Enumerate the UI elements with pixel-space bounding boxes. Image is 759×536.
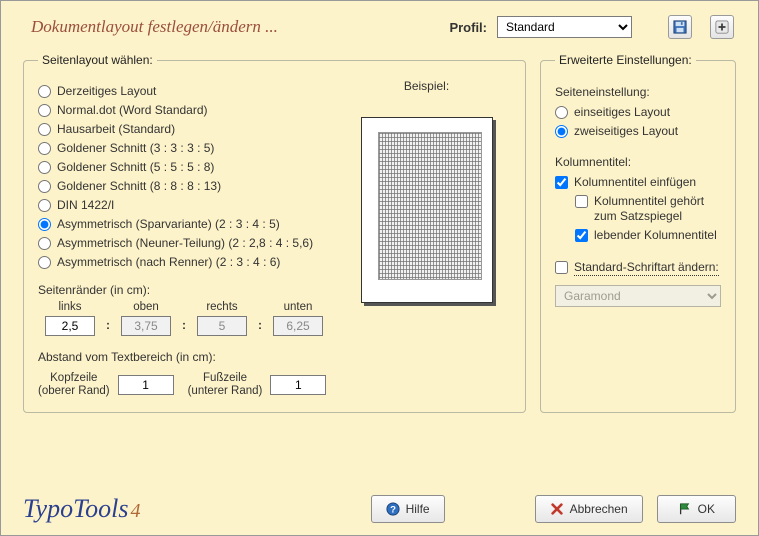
add-profile-button[interactable] [710, 15, 734, 39]
layout-preview [361, 117, 493, 303]
help-icon: ? [386, 502, 400, 516]
layout-option-5[interactable]: Goldener Schnitt (8 : 8 : 8 : 13) [38, 179, 330, 193]
save-profile-button[interactable] [668, 15, 692, 39]
kt-satzspiegel-option[interactable]: Kolumnentitel gehört zum Satzspiegel [575, 194, 721, 223]
help-button[interactable]: ? Hilfe [371, 495, 445, 523]
layout-group: Seitenlayout wählen: Derzeitiges Layout … [23, 53, 526, 413]
layout-option-7[interactable]: Asymmetrisch (Sparvariante) (2 : 3 : 4 :… [38, 217, 330, 231]
margin-oben-input [121, 316, 171, 336]
flag-icon [678, 502, 692, 516]
layout-option-4[interactable]: Goldener Schnitt (5 : 5 : 5 : 8) [38, 160, 330, 174]
margin-links-input[interactable] [45, 316, 95, 336]
profil-label: Profil: [449, 20, 487, 35]
margin-rechts-input [197, 316, 247, 336]
extended-group: Erweiterte Einstellungen: Seiteneinstell… [540, 53, 736, 413]
layout-option-6[interactable]: DIN 1422/I [38, 198, 330, 212]
fusszeile-label: Fußzeile(unterer Rand) [188, 372, 263, 398]
plus-icon [715, 20, 729, 34]
kopfzeile-label: Kopfzeile(oberer Rand) [38, 372, 110, 398]
floppy-disk-icon [673, 20, 687, 34]
fusszeile-input[interactable] [270, 375, 326, 395]
extended-legend: Erweiterte Einstellungen: [555, 53, 696, 67]
margin-links-label: links [58, 301, 81, 313]
hf-label: Abstand vom Textbereich (in cm): [38, 350, 330, 364]
font-select: Garamond [555, 285, 721, 307]
cancel-icon [550, 502, 564, 516]
page-title: Dokumentlayout festlegen/ändern ... [31, 17, 449, 37]
layout-option-8[interactable]: Asymmetrisch (Neuner-Teilung) (2 : 2,8 :… [38, 236, 330, 250]
kopfzeile-input[interactable] [118, 375, 174, 395]
std-schrift-option[interactable]: Standard-Schriftart ändern: [555, 260, 721, 275]
margin-oben-label: oben [133, 301, 159, 313]
zweiseitig-option[interactable]: zweiseitiges Layout [555, 124, 721, 138]
cancel-button[interactable]: Abbrechen [535, 495, 643, 523]
layout-legend: Seitenlayout wählen: [38, 53, 157, 67]
layout-option-3[interactable]: Goldener Schnitt (3 : 3 : 3 : 5) [38, 141, 330, 155]
example-label: Beispiel: [342, 79, 511, 93]
einseitig-option[interactable]: einseitiges Layout [555, 105, 721, 119]
margin-unten-input [273, 316, 323, 336]
profil-select[interactable]: Standard [497, 16, 632, 38]
layout-option-1[interactable]: Normal.dot (Word Standard) [38, 103, 330, 117]
layout-option-0[interactable]: Derzeitiges Layout [38, 84, 330, 98]
margin-rechts-label: rechts [206, 301, 237, 313]
brand-logo: TypoTools4 [23, 494, 141, 524]
kolumnentitel-label: Kolumnentitel: [555, 155, 721, 169]
margin-unten-label: unten [284, 301, 313, 313]
layout-option-2[interactable]: Hausarbeit (Standard) [38, 122, 330, 136]
layout-option-9[interactable]: Asymmetrisch (nach Renner) (2 : 3 : 4 : … [38, 255, 330, 269]
svg-text:?: ? [390, 505, 396, 516]
ok-button[interactable]: OK [657, 495, 736, 523]
seiteneinstellung-label: Seiteneinstellung: [555, 85, 721, 99]
margins-label: Seitenränder (in cm): [38, 283, 330, 297]
kt-lebend-option[interactable]: lebender Kolumnentitel [575, 228, 721, 242]
kt-einfuegen-option[interactable]: Kolumnentitel einfügen [555, 175, 721, 189]
